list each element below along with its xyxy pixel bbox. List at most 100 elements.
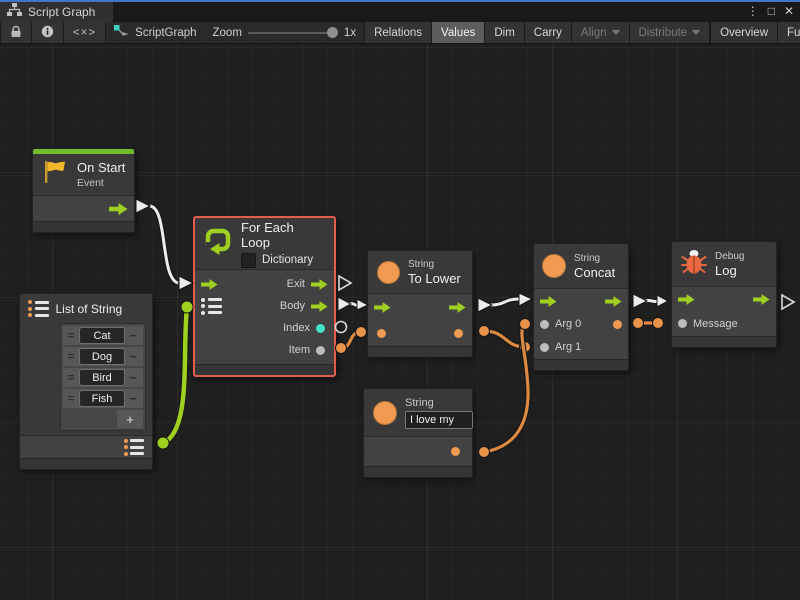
message-input-port[interactable]: [678, 319, 687, 328]
loop-icon: [203, 226, 233, 261]
tab-title: Script Graph: [28, 5, 95, 19]
flow-output-port[interactable]: [449, 302, 466, 313]
string-output-port[interactable]: [454, 329, 463, 338]
node-title: Log: [715, 263, 744, 278]
focus-accent-line: [0, 0, 800, 2]
node-title: For Each Loop: [241, 220, 326, 250]
node-footer: [672, 336, 776, 347]
full-screen-button[interactable]: Full Screen: [778, 22, 800, 43]
values-button[interactable]: Values: [432, 22, 485, 43]
node-string-literal[interactable]: String: [363, 388, 473, 478]
chevron-down-icon: [692, 30, 700, 35]
list-output-port[interactable]: [124, 439, 145, 456]
node-string-to-lower[interactable]: String To Lower: [367, 250, 473, 356]
zoom-slider-track[interactable]: [248, 32, 334, 34]
relations-button[interactable]: Relations: [364, 22, 432, 43]
dictionary-label: Dictionary: [262, 254, 313, 266]
node-list-of-string[interactable]: List of String = − = − = −: [19, 293, 153, 470]
list-item-field[interactable]: [79, 390, 125, 407]
port-label-message: Message: [693, 318, 738, 330]
remove-item-button[interactable]: −: [129, 328, 140, 343]
align-button[interactable]: Align: [572, 22, 630, 43]
item-output-port[interactable]: [316, 346, 325, 355]
graph-name: ScriptGraph: [135, 27, 196, 39]
flow-input-port[interactable]: [201, 279, 218, 290]
zoom-slider-knob[interactable]: [327, 27, 338, 38]
node-footer: [364, 466, 472, 477]
node-title: List of String: [56, 302, 123, 316]
node-footer: [534, 359, 628, 370]
exit-output-port[interactable]: [311, 279, 328, 290]
index-output-port[interactable]: [316, 324, 325, 333]
maximize-icon[interactable]: □: [768, 3, 775, 19]
flow-input-port[interactable]: [374, 302, 391, 313]
drag-handle[interactable]: =: [66, 330, 76, 342]
menu-icon[interactable]: ⋮: [747, 3, 759, 19]
drag-handle[interactable]: =: [66, 351, 76, 363]
node-footer: [20, 458, 152, 469]
node-for-each-loop[interactable]: For Each Loop Dictionary Exit: [193, 216, 336, 377]
port-label-index: Index: [283, 322, 310, 334]
distribute-button[interactable]: Distribute: [630, 22, 711, 43]
string-value-field[interactable]: [405, 411, 473, 429]
node-category: String: [408, 259, 461, 270]
close-icon[interactable]: ✕: [784, 3, 794, 19]
string-icon: [373, 401, 397, 425]
add-item-button[interactable]: +: [117, 410, 143, 428]
lock-button[interactable]: [0, 22, 32, 43]
drag-handle[interactable]: =: [66, 372, 76, 384]
tab-script-graph[interactable]: Script Graph: [0, 2, 113, 22]
carry-button[interactable]: Carry: [525, 22, 572, 43]
flow-input-port[interactable]: [540, 296, 557, 307]
arg1-input-port[interactable]: [540, 343, 549, 352]
scriptgraph-icon: [114, 25, 129, 41]
list-icon: [28, 300, 49, 317]
port-label-body: Body: [280, 300, 305, 312]
overview-button[interactable]: Overview: [710, 22, 778, 43]
remove-item-button[interactable]: −: [129, 349, 140, 364]
align-label: Align: [581, 27, 607, 39]
list-item-row: = −: [63, 326, 143, 345]
remove-item-button[interactable]: −: [129, 391, 140, 406]
list-item-field[interactable]: [79, 348, 125, 365]
code-view-button[interactable]: <×>: [64, 22, 106, 43]
node-category: String: [405, 397, 473, 409]
list-item-field[interactable]: [79, 327, 125, 344]
drag-handle[interactable]: =: [66, 393, 76, 405]
arg0-input-port[interactable]: [540, 320, 549, 329]
flow-output-port[interactable]: [753, 294, 770, 305]
port-label-item: Item: [289, 344, 310, 356]
list-item-field[interactable]: [79, 369, 125, 386]
list-input-port[interactable]: [201, 298, 222, 315]
node-category: String: [574, 253, 615, 264]
zoom-label: Zoom: [205, 22, 244, 43]
flow-output-port[interactable]: [605, 296, 622, 307]
node-string-concat[interactable]: String Concat Arg 0 Arg 1: [533, 243, 629, 371]
result-output-port[interactable]: [613, 320, 622, 329]
distribute-label: Distribute: [639, 27, 688, 39]
string-icon: [377, 261, 400, 284]
flag-icon: [41, 158, 69, 191]
graph-name-label-group: ScriptGraph: [106, 22, 204, 43]
info-button[interactable]: [32, 22, 64, 43]
node-on-start[interactable]: On Start Event: [32, 148, 135, 233]
node-footer: [33, 221, 134, 232]
port-label-arg1: Arg 1: [555, 341, 581, 353]
string-output-port[interactable]: [451, 447, 460, 456]
node-debug-log[interactable]: Debug Log Message: [671, 241, 777, 348]
flow-output-port[interactable]: [109, 203, 128, 215]
node-footer: [195, 364, 334, 375]
remove-item-button[interactable]: −: [129, 370, 140, 385]
list-item-row: = −: [63, 368, 143, 387]
string-input-port[interactable]: [377, 329, 386, 338]
dictionary-checkbox[interactable]: [241, 253, 256, 268]
hierarchy-icon: [7, 3, 22, 21]
list-editor: = − = − = − = −: [60, 323, 146, 431]
dim-button[interactable]: Dim: [485, 22, 524, 43]
port-label-arg0: Arg 0: [555, 318, 581, 330]
body-output-port[interactable]: [311, 301, 328, 312]
flow-input-port[interactable]: [678, 294, 695, 305]
zoom-value: 1x: [338, 22, 364, 43]
zoom-slider[interactable]: [244, 22, 338, 43]
node-subtitle: Event: [77, 177, 125, 189]
